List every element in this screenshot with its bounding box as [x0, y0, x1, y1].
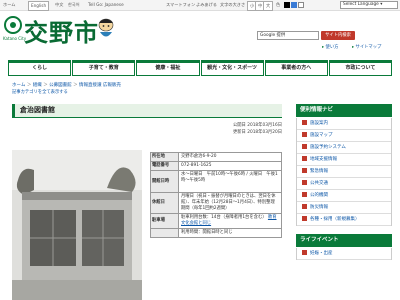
library-photo [12, 150, 142, 300]
sidebar-item-recruit[interactable]: 各種・採用（新規募集） [297, 214, 391, 226]
color-black-button[interactable] [284, 2, 290, 8]
bullet-icon [302, 120, 307, 125]
sidebar-item-label: 緊急情報 [310, 169, 328, 174]
home-link[interactable]: ホーム [3, 1, 15, 9]
global-navigation: くらし 子育て・教育 健康・福祉 観光・文化・スポーツ 事業者の方へ 市政につい… [8, 60, 393, 76]
nav-tab-kanko[interactable]: 観光・文化・スポーツ [200, 60, 264, 76]
sidebar-item-label: 公共交通 [310, 181, 328, 186]
sidebar-item-map[interactable]: 施設マップ [297, 130, 391, 142]
city-mascot-icon [98, 18, 114, 37]
sidebar-nav-title: 便利情報ナビ [296, 104, 392, 117]
sidebar-item-reservation[interactable]: 施設予約システム [297, 142, 391, 154]
table-row: 開館日時 水～日曜日 午前10時～午後6時 / 火曜日 午後1時～午後5時 [151, 171, 282, 193]
font-large-button[interactable]: 大 [263, 1, 274, 11]
sidebar-life-title: ライフイベント [296, 234, 392, 247]
city-emblem-icon[interactable] [4, 16, 22, 34]
facility-info-table: 所在地 交野市倉治6-9-20 電話番号 072-891-1625 開館日時 水… [150, 152, 282, 238]
site-header: Katano City 交野市 Google 提供 サイト内検索 使い方 サイト… [0, 11, 400, 59]
row-value: 水～日曜日 午前10時～午後6時 / 火曜日 午後1時～午後5時 [179, 171, 282, 192]
bullet-icon [302, 216, 307, 221]
sidebar-life-list: 妊娠・出産 [296, 248, 392, 260]
sidebar-item-support[interactable]: 地域支援情報 [297, 154, 391, 166]
sidebar-nav-list: 施設案内 施設マップ 施設予約システム 地域支援情報 緊急情報 公共交通 公的機… [296, 118, 392, 226]
sidebar-item-shisetsu[interactable]: 施設案内 [297, 118, 391, 130]
bullet-icon [302, 204, 307, 209]
bullet-icon [302, 180, 307, 185]
parking-text: 駐車利用台数：14台（身障者用1台を含む） [181, 215, 267, 220]
sidebar-item-label: 妊娠・出産 [310, 251, 333, 256]
breadcrumb-item[interactable]: 公募図書館 [49, 83, 72, 88]
page-title: 倉治図書館 [12, 104, 282, 118]
row-label: 開館日時 [151, 171, 179, 192]
easy-japanese-link[interactable]: Tell Go: Japanese [88, 1, 124, 9]
row-label: 電話番号 [151, 162, 179, 170]
site-search-button[interactable]: サイト内検索 [321, 31, 355, 40]
nav-tab-kurashi[interactable]: くらし [8, 60, 72, 76]
row-value: 交野市倉治6-9-20 [179, 153, 282, 161]
updated-date: 更新日 2018年03月20日 [232, 130, 282, 135]
row-value: 利用時間：開館日時と同じ [179, 229, 282, 237]
bullet-icon [302, 192, 307, 197]
breadcrumb-item[interactable]: 組織 [33, 83, 42, 88]
color-blue-button[interactable] [291, 2, 297, 8]
sidebar-item-pregnancy[interactable]: 妊娠・出産 [297, 248, 391, 260]
sidebar-item-label: 地域支援情報 [310, 157, 337, 162]
page-dates: 公開日 2018年03月16日 更新日 2018年03月20日 [180, 122, 282, 136]
sidebar-item-label: 公的機関 [310, 193, 328, 198]
site-search-input[interactable]: Google 提供 [257, 31, 319, 40]
city-logo-title[interactable]: 交野市 [24, 13, 99, 48]
language-select[interactable]: Select Language ▾ [340, 1, 398, 9]
table-row: 駐車場 駐車利用台数：14台（身障者用1台を含む） 教育文化会館と同じ [151, 214, 282, 229]
row-label: 所在地 [151, 153, 179, 161]
table-row: 利用時間：開館日時と同じ [151, 229, 282, 238]
color-white-button[interactable] [298, 2, 304, 8]
published-date: 公開日 2018年03月16日 [232, 123, 282, 128]
howto-link[interactable]: 使い方 [322, 44, 339, 50]
table-row: 休館日 月曜日（祝日・振替が月曜日のときは、翌日を休館）、年末年始（12月28日… [151, 193, 282, 214]
table-row: 所在地 交野市倉治6-9-20 [151, 153, 282, 162]
english-link[interactable]: English [28, 1, 50, 11]
table-row: 電話番号 072-891-1625 [151, 162, 282, 171]
nav-tab-shisei[interactable]: 市政について [328, 60, 393, 76]
chinese-link[interactable]: 中文 [55, 1, 63, 9]
sidebar-item-label: 各種・採用（新規募集） [310, 217, 360, 222]
korean-link[interactable]: 한국어 [68, 1, 80, 9]
sitemap-link[interactable]: サイトマップ [352, 44, 382, 50]
sidebar-item-public[interactable]: 公的機関 [297, 190, 391, 202]
sidebar-item-emergency[interactable]: 緊急情報 [297, 166, 391, 178]
nav-tab-kenko[interactable]: 健康・福祉 [136, 60, 200, 76]
bullet-icon [302, 250, 307, 255]
row-value: 月曜日（祝日・振替が月曜日のときは、翌日を休館）、年末年始（12月28日～1月4… [179, 193, 282, 213]
sidebar-item-label: 施設案内 [310, 121, 328, 126]
bullet-icon [302, 144, 307, 149]
library-building-image [12, 150, 142, 300]
breadcrumb: ホーム ＞ 組織 ＞ 公募図書館 ＞ 情報直接譲 広報販売 [12, 83, 121, 88]
sidebar-item-label: 施設マップ [310, 133, 333, 138]
show-all-categories-link[interactable]: 記事カテゴリを全て表示する [12, 89, 68, 95]
row-label [151, 229, 179, 237]
sidebar-item-label: 防災情報 [310, 205, 328, 210]
sidebar-item-bousai[interactable]: 防災情報 [297, 202, 391, 214]
row-value: 駐車利用台数：14台（身障者用1台を含む） 教育文化会館と同じ [179, 214, 282, 228]
font-size-label: 文字の大きさ [220, 2, 246, 7]
top-utility-bar: ホーム English 中文 한국어 Tell Go: Japanese スマー… [0, 0, 400, 11]
color-label: 色 [276, 2, 281, 7]
breadcrumb-item[interactable]: 情報直接譲 広報販売 [79, 83, 121, 88]
sidebar-item-transport[interactable]: 公共交通 [297, 178, 391, 190]
breadcrumb-item[interactable]: ホーム [12, 83, 25, 88]
row-label: 駐車場 [151, 214, 179, 228]
nav-tab-jigyosha[interactable]: 事業者の方へ [264, 60, 328, 76]
bullet-icon [302, 168, 307, 173]
bullet-icon [302, 132, 307, 137]
nav-tab-kosodate[interactable]: 子育て・教育 [72, 60, 136, 76]
yomiage-link[interactable]: よみあげる [196, 1, 217, 9]
bullet-icon [302, 156, 307, 161]
row-label: 休館日 [151, 193, 179, 213]
row-value: 072-891-1625 [179, 162, 282, 170]
sidebar-item-label: 施設予約システム [310, 145, 346, 150]
city-roman-name: Katano City [3, 36, 27, 41]
smartphone-link[interactable]: スマートフォン [166, 1, 195, 9]
